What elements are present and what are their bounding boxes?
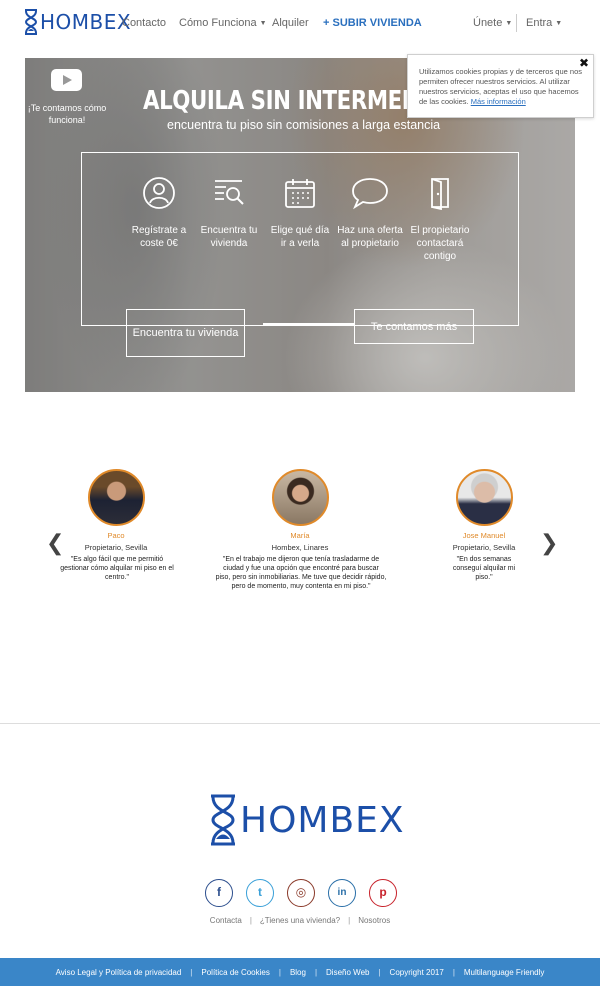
nav-subir-vivienda[interactable]: + SUBIR VIVIENDA — [323, 17, 422, 29]
header-logo[interactable]: HOMBEX — [24, 9, 131, 35]
step-register: Regístrate a coste 0€ — [126, 176, 192, 250]
calendar-icon — [285, 179, 315, 208]
nav-como-funciona[interactable]: Cómo Funciona ▼ — [179, 17, 267, 29]
pinterest-icon[interactable]: p — [369, 879, 397, 907]
testimonial-role: Hombex, Linares — [271, 543, 329, 552]
bottom-link-blog[interactable]: Blog — [290, 968, 306, 977]
bottom-separator: | — [452, 967, 455, 977]
instagram-icon[interactable]: ◎ — [287, 879, 315, 907]
nav-alquiler[interactable]: Alquiler — [272, 17, 309, 29]
bottom-separator: | — [278, 967, 281, 977]
bottom-link-diseno-web[interactable]: Diseño Web — [326, 968, 369, 977]
bottom-bar: Aviso Legal y Política de privacidad | Po… — [0, 958, 600, 986]
step-label: Encuentra tu vivienda — [200, 225, 258, 249]
testimonial-quote: "En dos semanas conseguí alquilar mi pis… — [452, 556, 516, 581]
avatar — [88, 469, 145, 526]
hourglass-logo-icon — [211, 794, 235, 846]
testimonial-quote: "Es algo fácil que me permitió gestionar… — [60, 556, 174, 581]
find-home-button[interactable]: Encuentra tu vivienda — [126, 309, 245, 357]
nav-contacto[interactable]: Contacto — [122, 17, 166, 29]
nav-entra[interactable]: Entra ▼ — [526, 17, 562, 29]
hero-title: ALQUILA SIN INTERMEDIA — [143, 86, 443, 116]
footer-link-tienes-vivienda[interactable]: ¿Tienes una vivienda? — [260, 916, 340, 925]
footer-logo: HOMBEX — [210, 794, 405, 846]
testimonial-role: Propietario, Sevilla — [84, 543, 148, 552]
avatar — [272, 469, 329, 526]
testimonial-quote: "En el trabajo me dijeron que tenía tras… — [215, 556, 387, 590]
bottom-copyright: Copyright 2017 — [389, 967, 444, 977]
tell-more-button[interactable]: Te contamos más — [354, 309, 474, 344]
nav-separator — [516, 14, 517, 32]
testimonial-role: Propietario, Sevilla — [452, 543, 516, 552]
logo-text: HOMBEX — [40, 10, 132, 34]
hero-connector-line — [263, 323, 355, 325]
hero-subtitle: encuentra tu piso sin comisiones a larga… — [167, 118, 441, 132]
play-video-icon[interactable] — [51, 69, 82, 91]
twitter-icon[interactable]: t — [246, 879, 274, 907]
step-contact: El propietario contactará contigo — [407, 176, 473, 263]
nav-entra-label: Entra — [526, 17, 553, 29]
hourglass-logo-icon — [24, 9, 38, 35]
cookie-more-info-link[interactable]: Más información — [471, 97, 526, 106]
step-label: Regístrate a coste 0€ — [131, 225, 187, 249]
bottom-link-multilanguage[interactable]: Multilanguage Friendly — [464, 968, 545, 977]
caret-down-icon: ▼ — [259, 20, 267, 27]
linkedin-icon[interactable]: in — [328, 879, 356, 907]
door-icon — [431, 178, 449, 210]
testimonial-name: Paco — [107, 531, 125, 540]
caret-down-icon: ▼ — [555, 20, 563, 27]
user-circle-icon — [143, 177, 175, 209]
step-label: Elige qué día ir a verla — [270, 225, 330, 249]
footer-logo-text: HOMBEX — [240, 799, 405, 841]
search-list-icon — [215, 180, 244, 205]
nav-unete[interactable]: Únete ▼ — [473, 17, 512, 29]
testimonial-name: Jose Manuel — [462, 531, 506, 540]
bottom-separator: | — [378, 967, 381, 977]
carousel-prev-arrow-icon[interactable]: ❮ — [46, 530, 64, 556]
step-label: El propietario contactará contigo — [410, 225, 470, 262]
testimonial-name: María — [290, 531, 310, 540]
facebook-icon[interactable]: f — [205, 879, 233, 907]
speech-bubble-icon — [352, 178, 388, 210]
caret-down-icon: ▼ — [505, 20, 513, 27]
step-label: Haz una oferta al propietario — [337, 225, 403, 249]
cookie-text: Utilizamos cookies propias y de terceros… — [419, 67, 584, 107]
step-choose-day: Elige qué día ir a verla — [267, 176, 333, 250]
footer-link-separator: | — [348, 916, 351, 925]
bottom-link-cookies[interactable]: Política de Cookies — [201, 968, 269, 977]
footer-links: Contacta | ¿Tienes una vivienda? | Nosotros — [0, 916, 600, 925]
footer-link-contacta[interactable]: Contacta — [210, 916, 242, 925]
nav-unete-label: Únete — [473, 17, 503, 29]
step-find: Encuentra tu vivienda — [196, 176, 262, 250]
bottom-separator: | — [190, 967, 193, 977]
nav-como-funciona-label: Cómo Funciona — [179, 17, 257, 29]
footer-link-nosotros[interactable]: Nosotros — [358, 916, 390, 925]
top-navbar: HOMBEX Contacto Cómo Funciona ▼ Alquiler … — [0, 0, 600, 48]
nav-subir-vivienda-label: SUBIR VIVIENDA — [332, 17, 422, 29]
section-divider — [0, 723, 600, 724]
carousel-next-arrow-icon[interactable]: ❯ — [540, 530, 558, 556]
step-offer: Haz una oferta al propietario — [337, 176, 403, 250]
footer-link-separator: | — [249, 916, 252, 925]
cookie-banner: ✖ Utilizamos cookies propias y de tercer… — [407, 54, 594, 118]
video-caption[interactable]: ¡Te contamos cómo funciona! — [25, 102, 109, 126]
bottom-link-aviso-legal[interactable]: Aviso Legal y Política de privacidad — [56, 968, 182, 977]
bottom-separator: | — [314, 967, 318, 977]
avatar — [456, 469, 513, 526]
